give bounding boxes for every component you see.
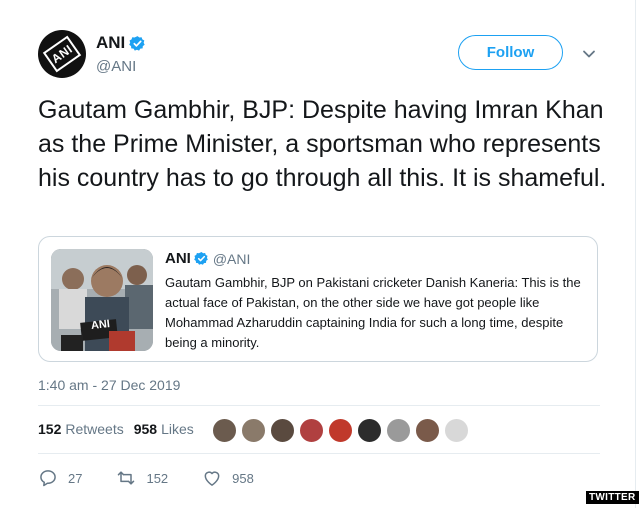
author-handle[interactable]: @ANI (96, 58, 136, 75)
chevron-down-icon[interactable] (582, 47, 596, 61)
liker-avatar[interactable] (270, 418, 295, 443)
heart-icon (204, 471, 220, 486)
tweet-text: Gautam Gambhir, BJP: Despite having Imra… (38, 96, 607, 192)
liker-avatar[interactable] (357, 418, 382, 443)
reply-button[interactable]: 27 (38, 468, 82, 488)
likes-label[interactable]: Likes (161, 421, 194, 437)
verified-badge-icon (194, 251, 208, 265)
liker-avatar[interactable] (386, 418, 411, 443)
quoted-tweet-text: Gautam Gambhir, BJP on Pakistani cricket… (165, 275, 581, 350)
divider (38, 405, 600, 406)
mic-label: ANI (90, 318, 111, 332)
quoted-name-row: ANI @ANI (165, 250, 250, 267)
retweets-count[interactable]: 152 (38, 421, 61, 437)
ani-logo: ANI (42, 35, 82, 73)
quoted-author-name[interactable]: ANI (165, 250, 191, 267)
retweet-icon (118, 471, 135, 485)
author-name[interactable]: ANI (96, 33, 125, 53)
quoted-tweet-image[interactable]: ANI (51, 249, 153, 351)
reply-count: 27 (68, 470, 83, 486)
engagement-stats: 152 Retweets 958 Likes (38, 421, 204, 437)
liker-avatar[interactable] (212, 418, 237, 443)
author-name-row: ANI (96, 33, 146, 53)
quoted-author-handle[interactable]: @ANI (213, 251, 251, 267)
right-border (635, 0, 636, 508)
retweet-count: 152 (146, 470, 169, 486)
retweets-label[interactable]: Retweets (65, 421, 123, 437)
liker-avatar[interactable] (328, 418, 353, 443)
verified-badge-icon (129, 35, 145, 51)
likes-count[interactable]: 958 (134, 421, 157, 437)
liker-avatar[interactable] (415, 418, 440, 443)
tweet-actions: 27 152 958 (38, 468, 288, 488)
ani-logo-text: ANI (48, 41, 76, 67)
liker-avatar[interactable] (444, 418, 469, 443)
follow-button[interactable]: Follow (458, 35, 563, 70)
liker-avatar[interactable] (241, 418, 266, 443)
liker-avatars (212, 418, 473, 443)
quoted-tweet[interactable]: ANI ANI @ANI Gautam Gambhir, BJP on Paki… (38, 236, 598, 362)
reply-icon (40, 470, 56, 487)
press-scene-illustration (51, 249, 153, 351)
tweet-timestamp[interactable]: 1:40 am - 27 Dec 2019 (38, 377, 180, 393)
retweet-button[interactable]: 152 (116, 468, 168, 488)
like-count: 958 (232, 470, 254, 486)
liker-avatar[interactable] (299, 418, 324, 443)
author-avatar[interactable]: ANI (38, 30, 86, 78)
twitter-watermark: TWITTER (586, 491, 639, 504)
divider (38, 453, 600, 454)
like-button[interactable]: 958 (202, 468, 254, 488)
